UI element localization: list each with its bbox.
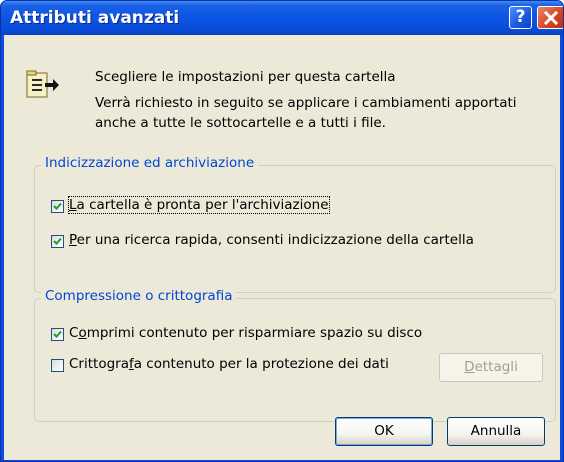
checkmark-icon <box>53 202 62 210</box>
cancel-button[interactable]: Annulla <box>447 417 545 446</box>
checkmark-icon <box>53 330 62 338</box>
dialog-body: Scegliere le impostazioni per questa car… <box>4 35 560 460</box>
ready-for-archive-label[interactable]: La cartella è pronta per l'archiviazione <box>68 196 330 214</box>
accelerator-key: L <box>69 197 77 213</box>
help-button[interactable]: ? <box>509 6 532 29</box>
archive-indexing-group <box>34 165 556 293</box>
title-bar[interactable]: Attributi avanzati ? <box>1 1 563 35</box>
checkmark-icon <box>53 237 62 245</box>
folder-attributes-icon <box>26 70 59 98</box>
compress-checkbox[interactable] <box>51 328 64 341</box>
accelerator-key: o <box>78 325 87 341</box>
accelerator-key: P <box>69 232 77 248</box>
dialog-window: Attributi avanzati ? Scegliere le impost… <box>0 0 564 462</box>
label-part: Crittogra <box>69 356 129 372</box>
ready-for-archive-checkbox[interactable] <box>51 200 64 213</box>
close-icon <box>544 11 558 25</box>
encrypt-checkbox[interactable] <box>51 359 64 372</box>
compress-label[interactable]: Comprimi contenuto per risparmiare spazi… <box>69 325 422 341</box>
label-part: a contenuto per la protezione dei dati <box>133 356 389 372</box>
archive-indexing-legend: Indicizzazione ed archiviazione <box>41 155 259 171</box>
intro-line-2: Verrà richiesto in seguito se applicare … <box>95 95 517 111</box>
intro-line-1: Scegliere le impostazioni per questa car… <box>95 69 396 85</box>
label-part: er una ricerca rapida, consenti indicizz… <box>76 232 474 248</box>
button-label: ettagli <box>474 359 518 375</box>
fast-indexing-label[interactable]: Per una ricerca rapida, consenti indiciz… <box>69 232 474 248</box>
window-title: Attributi avanzati <box>10 8 180 28</box>
details-button[interactable]: Dettagli <box>439 353 543 382</box>
intro-line-3: anche a tutte le sottocartelle e a tutti… <box>95 115 386 131</box>
compression-encryption-legend: Compressione o crittografia <box>41 288 237 304</box>
close-button[interactable] <box>537 6 563 29</box>
fast-indexing-checkbox[interactable] <box>51 235 64 248</box>
accelerator-key: D <box>464 359 475 375</box>
encrypt-label[interactable]: Crittografa contenuto per la protezione … <box>69 356 389 372</box>
label-part: mprimi contenuto per risparmiare spazio … <box>86 325 423 341</box>
label-part: a cartella è pronta per l'archiviazione <box>76 197 329 213</box>
ok-button[interactable]: OK <box>335 417 433 446</box>
